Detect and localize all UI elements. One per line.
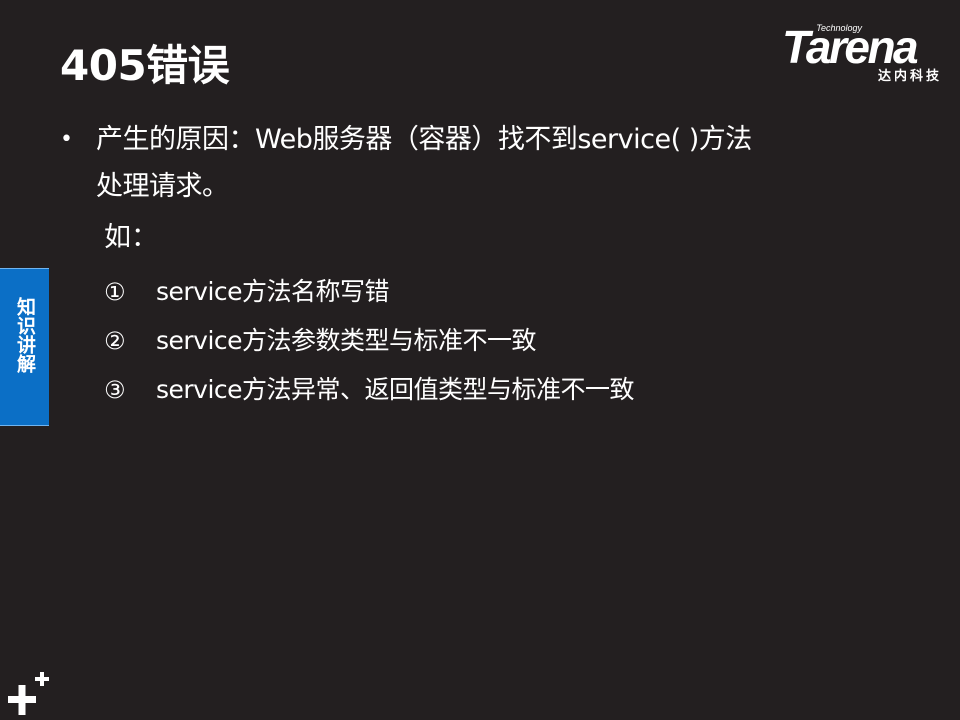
logo-wordmark: Tarena (782, 21, 919, 73)
list-item-number: ③ (104, 376, 126, 404)
list-item-number: ① (104, 278, 126, 306)
list-item-text: service方法名称写错 (156, 277, 390, 306)
logo-chinese-name: 达内科技 (877, 69, 942, 84)
example-label: 如： (104, 222, 158, 253)
slide-title: 405错误 (60, 41, 230, 90)
plus-plus-icon (8, 672, 49, 715)
tarena-logo: Technology Tarena 达内科技 (782, 20, 944, 84)
bullet-line-1: 产生的原因：Web服务器（容器）找不到service( )方法 (96, 124, 752, 155)
list-item: ① service方法名称写错 (104, 272, 390, 312)
list-item-number: ② (104, 327, 126, 355)
list-item-text: service方法异常、返回值类型与标准不一致 (156, 375, 635, 404)
bullet-line-2: 处理请求。 (96, 171, 229, 202)
bullet-dot-icon: • (60, 127, 73, 152)
list-item: ③ service方法异常、返回值类型与标准不一致 (104, 370, 635, 410)
list-item-text: service方法参数类型与标准不一致 (156, 326, 537, 355)
side-tab-label: 知识讲解 (14, 297, 36, 373)
knowledge-explanation-tab: 知识讲解 (0, 268, 49, 426)
list-item: ② service方法参数类型与标准不一致 (104, 321, 537, 361)
